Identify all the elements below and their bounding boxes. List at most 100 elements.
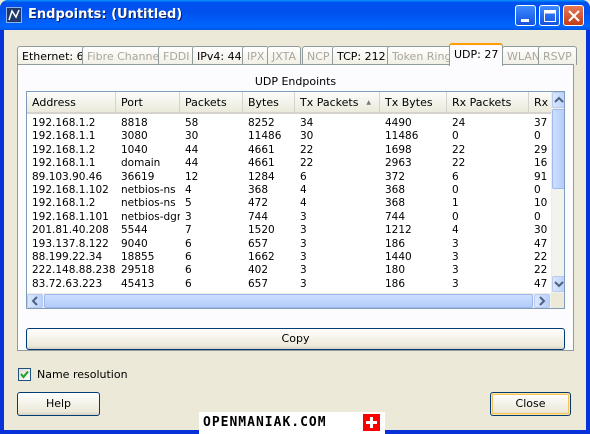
column-header-port[interactable]: Port [116, 92, 180, 112]
table-row[interactable]: 89.103.90.46 36619 12 1284 6 372 6 91 [27, 171, 552, 184]
cell-bytes: 1284 [248, 170, 275, 183]
cell-port: domain [121, 157, 161, 170]
cell-rx-packets: 24 [452, 117, 466, 129]
cell-packets: 30 [185, 130, 199, 143]
column-header-tx-packets[interactable]: Tx Packets ▲ [295, 92, 380, 112]
tab-fddi[interactable]: FDDI [158, 46, 195, 65]
cell-port: netbios-ns [121, 197, 176, 210]
cell-address: 192.168.1.101 [32, 210, 109, 223]
table-row[interactable]: 192.168.1.101netbios-dgm3744374400 [27, 211, 552, 224]
tab-fibre-channel[interactable]: Fibre Channel [82, 46, 168, 65]
chevron-right-icon [539, 296, 546, 306]
tab-udp[interactable]: UDP: 27 [449, 43, 504, 66]
cell-address: 192.168.1.102 [32, 183, 109, 196]
cell-rx-packets: 6 [452, 170, 459, 183]
cell-rx-packets: 22 [452, 157, 466, 170]
cell-tx-bytes: 180 [385, 264, 406, 277]
maximize-button[interactable] [539, 5, 560, 26]
cell-bytes: 657 [248, 277, 269, 290]
copy-button[interactable]: Copy [26, 328, 565, 350]
scroll-up-button[interactable] [552, 92, 564, 108]
column-header-tx-bytes[interactable]: Tx Bytes [380, 92, 447, 112]
window-title: Endpoints: (Untitled) [28, 7, 183, 22]
table-row[interactable]: 222.148.88.238 29518 6 402 3 180 3 22 [27, 264, 552, 277]
table-row[interactable]: 192.168.1.2 1040 44 4661 22 1698 22 29 [27, 144, 552, 157]
scroll-right-button[interactable] [534, 294, 550, 308]
table-header: Address Port Packets Bytes Tx Packets ▲ … [27, 92, 552, 114]
cell-packets: 12 [185, 170, 199, 183]
cell-bytes: 402 [248, 264, 269, 277]
cell-tx-bytes: 1212 [385, 224, 412, 237]
table-row[interactable]: 83.72.63.223 45413 6 657 3 186 3 47 [27, 278, 552, 291]
help-button-label: Help [45, 397, 72, 410]
help-button[interactable]: Help [17, 392, 100, 416]
watermark-text: OPENMANIAK.COM [203, 415, 327, 430]
horizontal-scroll-thumb[interactable] [44, 294, 533, 308]
cell-tx-bytes: 4490 [385, 117, 412, 129]
vertical-scrollbar[interactable] [551, 92, 564, 293]
column-header-bytes[interactable]: Bytes [243, 92, 295, 112]
cell-tx-bytes: 368 [385, 183, 406, 196]
cell-tx-packets: 3 [300, 224, 307, 237]
table-row[interactable]: 192.168.1.2 netbios-ns 5 472 4 368 1 10 [27, 197, 552, 210]
cell-packets: 6 [185, 237, 192, 250]
title-bar[interactable]: Endpoints: (Untitled) [0, 0, 590, 30]
cell-tx-packets: 4 [300, 183, 307, 196]
minimize-button[interactable] [515, 5, 536, 26]
cell-port: 9040 [121, 237, 148, 250]
tab-token-ring[interactable]: Token Ring [387, 46, 457, 65]
cell-bytes: 1662 [248, 250, 275, 263]
dialog-body: Ethernet: 6 Fibre Channel FDDI IPv4: 44 … [4, 30, 586, 434]
tab-tcp[interactable]: TCP: 212 [332, 46, 391, 65]
table-row[interactable]: 192.168.1.2 8818 58 8252 34 4490 24 37 [27, 117, 552, 130]
cell-rx-packets: 22 [452, 143, 466, 156]
close-window-button[interactable] [563, 5, 584, 26]
checkmark-icon [20, 370, 29, 379]
cell-address: 192.168.1.1 [32, 157, 96, 170]
vertical-scroll-thumb[interactable] [552, 109, 564, 189]
table-row[interactable]: 201.81.40.208 5544 7 1520 3 1212 4 30 [27, 224, 552, 237]
scroll-down-button[interactable] [552, 276, 564, 292]
cell-packets: 6 [185, 250, 192, 263]
table-row[interactable]: 192.168.1.1 domain 44 4661 22 2963 22 16 [27, 157, 552, 170]
name-resolution-checkbox[interactable] [18, 368, 31, 381]
table-row[interactable]: 88.199.22.34 18855 6 1662 3 1440 3 22 [27, 251, 552, 264]
cell-tx-packets: 22 [300, 143, 314, 156]
udp-tab-panel: UDP Endpoints Address Port Packets Bytes… [17, 64, 574, 351]
table-row[interactable]: 192.168.1.102 netbios-ns 4 368 4 368 0 0 [27, 184, 552, 197]
protocol-tabs: Ethernet: 6 Fibre Channel FDDI IPv4: 44 … [17, 43, 577, 66]
cell-address: 192.168.1.2 [32, 197, 96, 210]
table-body: 192.168.1.2 8818 58 8252 34 4490 24 37 192.168.1… [27, 117, 552, 291]
cell-address: 201.81.40.208 [32, 224, 109, 237]
column-header-address[interactable]: Address [27, 92, 116, 112]
cell-port: 5544 [121, 224, 148, 237]
name-resolution-label: Name resolution [37, 368, 128, 381]
tab-jxta[interactable]: JXTA [267, 46, 301, 65]
cell-bytes: 4661 [248, 143, 275, 156]
tab-rsvp[interactable]: RSVP [538, 46, 577, 65]
tab-ipv4[interactable]: IPv4: 44 [192, 46, 247, 65]
cell-bytes: 4661 [248, 157, 275, 170]
cell-tx-packets: 6 [300, 170, 307, 183]
cell-tx-bytes: 744 [385, 210, 406, 223]
tab-ncp[interactable]: NCP [302, 46, 335, 65]
column-header-rx-packets[interactable]: Rx Packets [447, 92, 529, 112]
cell-bytes: 472 [248, 197, 269, 210]
cell-rx-packets: 0 [452, 183, 459, 196]
cell-port: 36619 [121, 170, 155, 183]
close-button[interactable]: Close [490, 392, 571, 416]
column-header-packets[interactable]: Packets [180, 92, 243, 112]
cell-packets: 6 [185, 264, 192, 277]
table-row[interactable]: 192.168.1.1 3080 30 11486 30 11486 0 0 [27, 130, 552, 143]
cell-tx-bytes: 186 [385, 237, 406, 250]
tab-ethernet[interactable]: Ethernet: 6 [17, 46, 89, 65]
tab-ipx[interactable]: IPX [242, 46, 270, 65]
scroll-left-button[interactable] [27, 294, 43, 308]
cell-packets: 5 [185, 197, 192, 210]
cell-bytes: 1520 [248, 224, 275, 237]
wireshark-icon [6, 7, 22, 23]
horizontal-scrollbar[interactable] [27, 293, 551, 308]
cell-rx-packets: 0 [452, 130, 459, 143]
chevron-up-icon [554, 96, 564, 103]
table-row[interactable]: 193.137.8.122 9040 6 657 3 186 3 47 [27, 238, 552, 251]
